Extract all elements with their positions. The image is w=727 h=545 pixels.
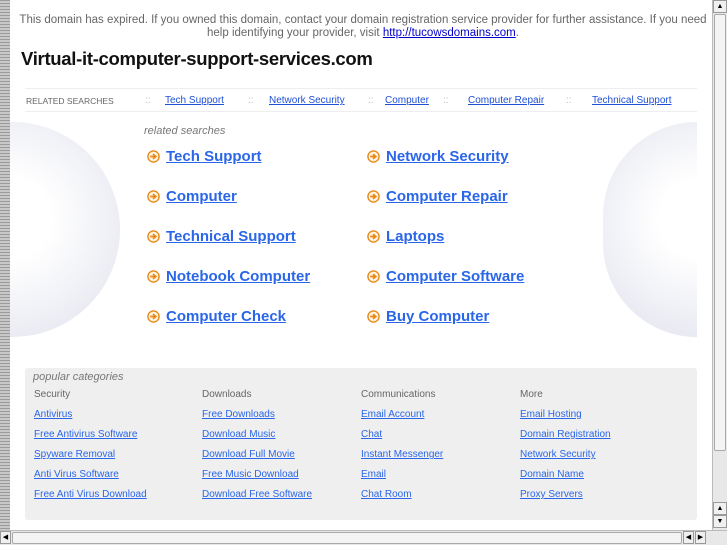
- horizontal-scroll-thumb[interactable]: [12, 532, 682, 544]
- related-search-link[interactable]: Computer: [166, 188, 237, 205]
- decorative-circle-left: [10, 122, 120, 337]
- vertical-scrollbar[interactable]: ▲ ▲ ▼: [712, 0, 727, 530]
- horizontal-scrollbar[interactable]: ◀ ◀ ▶: [0, 530, 727, 545]
- related-searches-label: RELATED SEARCHES: [26, 96, 114, 106]
- related-search-item[interactable]: Buy Computer: [367, 308, 489, 325]
- related-search-item[interactable]: Notebook Computer: [147, 268, 310, 285]
- related-search-item[interactable]: Computer Software: [367, 268, 524, 285]
- category-link[interactable]: Proxy Servers: [520, 489, 611, 509]
- notice-end: .: [515, 27, 519, 39]
- category-link[interactable]: Chat: [361, 429, 443, 449]
- category-link[interactable]: Network Security: [520, 449, 611, 469]
- category-link[interactable]: Instant Messenger: [361, 449, 443, 469]
- arrow-right-icon: [367, 310, 380, 323]
- related-search-item[interactable]: Technical Support: [147, 228, 296, 245]
- related-search-item[interactable]: Network Security: [367, 148, 509, 165]
- vertical-scroll-thumb[interactable]: [714, 14, 726, 451]
- scroll-down-button[interactable]: ▼: [713, 515, 727, 528]
- related-search-item[interactable]: Computer Check: [147, 308, 286, 325]
- category-column: More Email Hosting Domain Registration Netw…: [520, 389, 611, 509]
- arrow-right-icon: [367, 190, 380, 203]
- related-searches-heading: related searches: [144, 125, 226, 137]
- category-title: Downloads: [202, 389, 252, 400]
- bar-link-network-security[interactable]: Network Security: [269, 95, 345, 106]
- category-link[interactable]: Anti Virus Software: [34, 469, 147, 489]
- related-search-link[interactable]: Tech Support: [166, 148, 262, 165]
- category-link[interactable]: Email Account: [361, 409, 443, 429]
- related-search-link[interactable]: Buy Computer: [386, 308, 489, 325]
- category-link[interactable]: Free Anti Virus Download: [34, 489, 147, 509]
- popular-categories-panel: popular categories Security Antivirus Free…: [25, 368, 697, 520]
- separator: ::: [248, 95, 254, 106]
- category-title: More: [520, 389, 543, 400]
- category-link[interactable]: Chat Room: [361, 489, 443, 509]
- separator: ::: [443, 95, 449, 106]
- scroll-right-button[interactable]: ▶: [695, 531, 706, 544]
- arrow-right-icon: [147, 270, 160, 283]
- bar-link-technical-support[interactable]: Technical Support: [592, 95, 672, 106]
- separator: ::: [566, 95, 572, 106]
- related-search-link[interactable]: Computer Repair: [386, 188, 508, 205]
- related-searches-bar: RELATED SEARCHES :: Tech Support :: Netw…: [25, 88, 697, 112]
- category-link[interactable]: Email Hosting: [520, 409, 611, 429]
- category-link[interactable]: Spyware Removal: [34, 449, 147, 469]
- category-title: Communications: [361, 389, 436, 400]
- notice-text: This domain has expired. If you owned th…: [19, 14, 707, 39]
- category-link[interactable]: Download Full Movie: [202, 449, 312, 469]
- category-link[interactable]: Domain Name: [520, 469, 611, 489]
- category-link[interactable]: Domain Registration: [520, 429, 611, 449]
- scroll-up-button-lower[interactable]: ▲: [713, 502, 727, 515]
- scroll-up-button[interactable]: ▲: [713, 0, 727, 13]
- category-column: Security Antivirus Free Antivirus Software…: [34, 389, 147, 509]
- popular-categories-heading: popular categories: [33, 371, 124, 383]
- related-search-link[interactable]: Notebook Computer: [166, 268, 310, 285]
- separator: ::: [368, 95, 374, 106]
- category-column: Downloads Free Downloads Download Music Dow…: [202, 389, 312, 509]
- window-edge: [0, 0, 10, 530]
- related-search-item[interactable]: Computer: [147, 188, 237, 205]
- category-link[interactable]: Free Antivirus Software: [34, 429, 147, 449]
- related-search-link[interactable]: Network Security: [386, 148, 509, 165]
- related-search-item[interactable]: Computer Repair: [367, 188, 508, 205]
- expired-notice: This domain has expired. If you owned th…: [14, 14, 712, 40]
- tucows-link[interactable]: http://tucowsdomains.com: [383, 27, 516, 39]
- related-search-item[interactable]: Laptops: [367, 228, 444, 245]
- arrow-right-icon: [147, 310, 160, 323]
- arrow-right-icon: [367, 150, 380, 163]
- category-link[interactable]: Antivirus: [34, 409, 147, 429]
- separator: ::: [145, 95, 151, 106]
- related-search-link[interactable]: Laptops: [386, 228, 444, 245]
- related-search-link[interactable]: Computer Check: [166, 308, 286, 325]
- arrow-right-icon: [367, 270, 380, 283]
- arrow-right-icon: [147, 150, 160, 163]
- bar-link-computer-repair[interactable]: Computer Repair: [468, 95, 544, 106]
- page-title: Virtual-it-computer-support-services.com: [21, 48, 373, 69]
- scroll-left-button[interactable]: ◀: [0, 531, 11, 544]
- related-search-item[interactable]: Tech Support: [147, 148, 262, 165]
- category-link[interactable]: Download Music: [202, 429, 312, 449]
- arrow-right-icon: [147, 230, 160, 243]
- category-link[interactable]: Download Free Software: [202, 489, 312, 509]
- bar-link-computer[interactable]: Computer: [385, 95, 429, 106]
- category-link[interactable]: Free Music Download: [202, 469, 312, 489]
- related-search-link[interactable]: Computer Software: [386, 268, 524, 285]
- category-link[interactable]: Free Downloads: [202, 409, 312, 429]
- arrow-right-icon: [147, 190, 160, 203]
- arrow-right-icon: [367, 230, 380, 243]
- decorative-circle-right: [603, 122, 697, 337]
- category-link[interactable]: Email: [361, 469, 443, 489]
- category-column: Communications Email Account Chat Instant M…: [361, 389, 443, 509]
- related-search-link[interactable]: Technical Support: [166, 228, 296, 245]
- category-title: Security: [34, 389, 71, 400]
- bar-link-tech-support[interactable]: Tech Support: [165, 95, 224, 106]
- scroll-left-button-right[interactable]: ◀: [683, 531, 694, 544]
